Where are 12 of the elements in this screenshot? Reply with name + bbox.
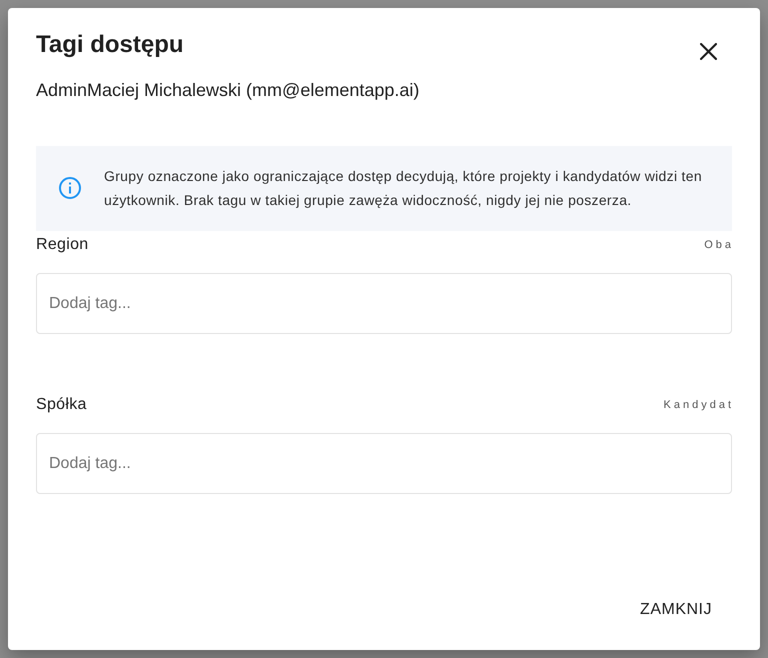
close-dialog-button[interactable]: ZAMKNIJ — [632, 592, 720, 628]
scope-label: Kandydat — [664, 398, 734, 413]
info-icon — [58, 176, 82, 200]
info-text: Grupy oznaczone jako ograniczające dostęp decydują, które projekty i kandydatów widzi ten użytkownik. Brak tagu w takiej grupie zawęża widoczność, nigdy jej nie poszerza. — [104, 167, 703, 210]
group-label: Region — [36, 235, 89, 255]
tag-input-field[interactable]: Dodaj tag... — [36, 433, 732, 494]
dialog-title: Tagi dostępu — [36, 30, 184, 60]
scope-label: Oba — [704, 238, 734, 253]
close-icon — [700, 42, 716, 60]
user-name-email: AdminMaciej Michalewski (mm@elementapp.ai) — [36, 79, 420, 102]
group-label: Spółka — [36, 395, 87, 415]
tag-input-field[interactable]: Dodaj tag... — [36, 273, 732, 334]
